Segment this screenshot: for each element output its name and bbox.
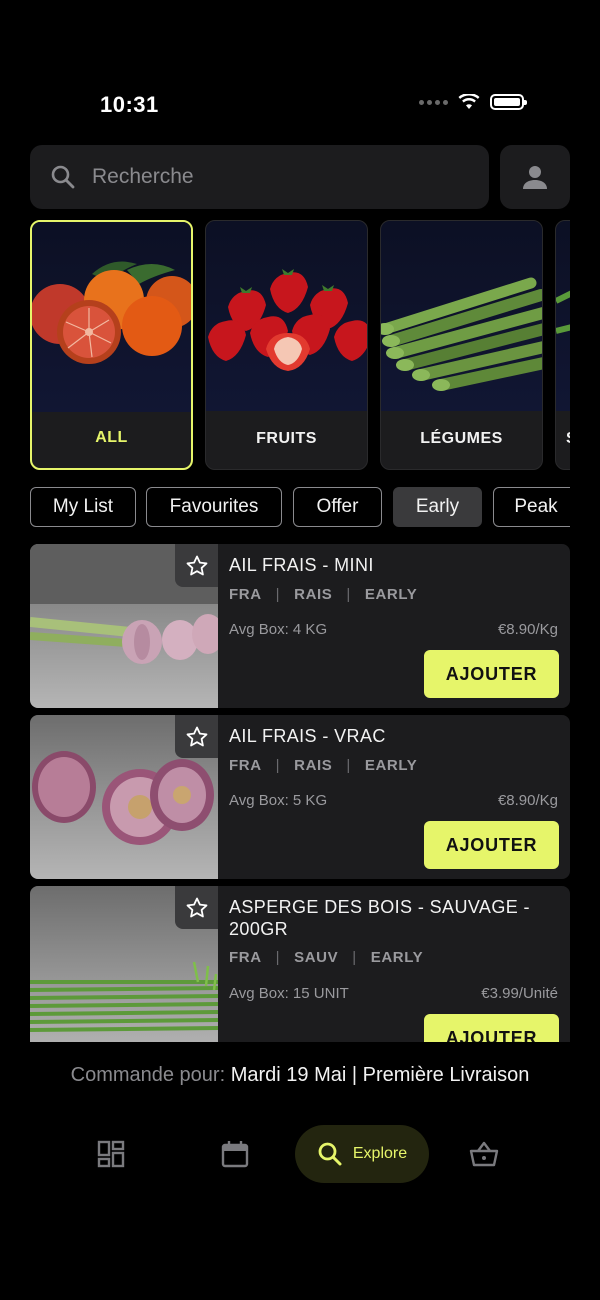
star-icon	[186, 726, 207, 746]
filter-my-list[interactable]: My List	[30, 487, 136, 527]
status-bar: 10:31	[0, 0, 600, 140]
category-image-oranges	[32, 222, 191, 412]
product-list[interactable]: AIL FRAIS - MINI FRA | RAIS | EARLY Avg Bo…	[30, 544, 570, 1042]
product-variety: SAUV	[294, 949, 339, 966]
filter-peak[interactable]: Peak	[493, 487, 570, 527]
bottom-tab-bar: Explore	[0, 1125, 600, 1185]
battery-icon	[490, 94, 527, 110]
product-season: EARLY	[364, 757, 418, 774]
tag-separator: |	[352, 949, 357, 966]
product-name: AIL FRAIS - MINI	[229, 555, 374, 575]
tab-dashboard[interactable]	[84, 1125, 138, 1183]
product-variety: RAIS	[294, 757, 333, 774]
dashboard-icon	[97, 1140, 125, 1168]
search-input[interactable]	[92, 165, 452, 189]
star-icon	[186, 555, 207, 575]
product-origin: FRA	[229, 757, 262, 774]
favourite-button[interactable]	[175, 886, 218, 929]
product-avg-box: Avg Box: 5 KG	[229, 792, 328, 809]
tag-separator: |	[346, 586, 351, 603]
category-image-greens	[556, 221, 570, 411]
order-delivery-info: Commande pour: Mardi 19 Mai | Première L…	[0, 1064, 600, 1087]
tab-calendar[interactable]	[208, 1125, 262, 1183]
product-avg-box: Avg Box: 15 UNIT	[229, 985, 349, 1002]
product-name: AIL FRAIS - VRAC	[229, 726, 386, 746]
order-date: Mardi 19 Mai | Première Livraison	[230, 1064, 530, 1086]
tag-separator: |	[275, 949, 281, 966]
tag-separator: |	[275, 586, 281, 603]
product-price: €3.99/Unité	[481, 985, 558, 1002]
category-image-asparagus	[381, 221, 542, 411]
category-label: LÉGUMES	[420, 430, 503, 447]
filter-offer[interactable]: Offer	[293, 487, 382, 527]
category-carousel[interactable]: ALL FRUITS LÉGUMES	[30, 220, 570, 470]
order-label: Commande pour:	[70, 1064, 226, 1086]
wifi-icon	[458, 94, 480, 109]
search-bar[interactable]	[30, 145, 489, 209]
category-s[interactable]: S	[555, 220, 570, 470]
product-origin: FRA	[229, 949, 262, 966]
product-season: EARLY	[364, 586, 418, 603]
category-label: S	[556, 409, 570, 469]
add-to-cart-button[interactable]: AJOUTER	[424, 650, 559, 698]
product-origin: FRA	[229, 586, 262, 603]
product-card[interactable]: AIL FRAIS - MINI FRA | RAIS | EARLY Avg Bo…	[30, 544, 570, 708]
product-card[interactable]: ASPERGE DES BOIS - SAUVAGE - 200GR FRA | …	[30, 886, 570, 1042]
filter-early[interactable]: Early	[393, 487, 482, 527]
product-tags: FRA | RAIS | EARLY	[229, 757, 417, 774]
profile-button[interactable]	[500, 145, 570, 209]
search-icon	[318, 1142, 342, 1166]
status-icons	[419, 94, 527, 110]
product-price: €8.90/Kg	[497, 792, 558, 809]
product-name: ASPERGE DES BOIS - SAUVAGE - 200GR	[229, 897, 530, 939]
status-time: 10:31	[100, 92, 159, 117]
product-card[interactable]: AIL FRAIS - VRAC FRA | RAIS | EARLY Avg Bo…	[30, 715, 570, 879]
basket-icon	[469, 1141, 499, 1167]
user-icon	[523, 166, 547, 189]
product-avg-box: Avg Box: 4 KG	[229, 621, 328, 638]
category-image-strawberries	[206, 221, 367, 411]
add-to-cart-button[interactable]: AJOUTER	[424, 821, 559, 869]
product-tags: FRA | RAIS | EARLY	[229, 586, 417, 603]
search-icon	[51, 165, 75, 189]
product-season: EARLY	[370, 949, 424, 966]
tag-separator: |	[275, 757, 281, 774]
product-price: €8.90/Kg	[497, 621, 558, 638]
category-fruits[interactable]: FRUITS	[205, 220, 368, 470]
filter-chips[interactable]: My List Favourites Offer Early Peak	[30, 487, 570, 527]
product-variety: RAIS	[294, 586, 333, 603]
favourite-button[interactable]	[175, 715, 218, 758]
signal-icon	[419, 99, 448, 105]
add-to-cart-button[interactable]: AJOUTER	[424, 1014, 559, 1042]
tab-basket[interactable]	[457, 1125, 511, 1183]
tag-separator: |	[346, 757, 351, 774]
category-all[interactable]: ALL	[30, 220, 193, 470]
category-label: ALL	[95, 429, 128, 446]
calendar-icon	[221, 1141, 249, 1168]
product-tags: FRA | SAUV | EARLY	[229, 949, 423, 966]
tab-explore-label: Explore	[352, 1145, 408, 1162]
category-legumes[interactable]: LÉGUMES	[380, 220, 543, 470]
star-icon	[186, 897, 207, 917]
favourite-button[interactable]	[175, 544, 218, 587]
filter-favourites[interactable]: Favourites	[146, 487, 282, 527]
category-label: FRUITS	[256, 430, 317, 447]
tab-explore[interactable]: Explore	[295, 1125, 429, 1183]
